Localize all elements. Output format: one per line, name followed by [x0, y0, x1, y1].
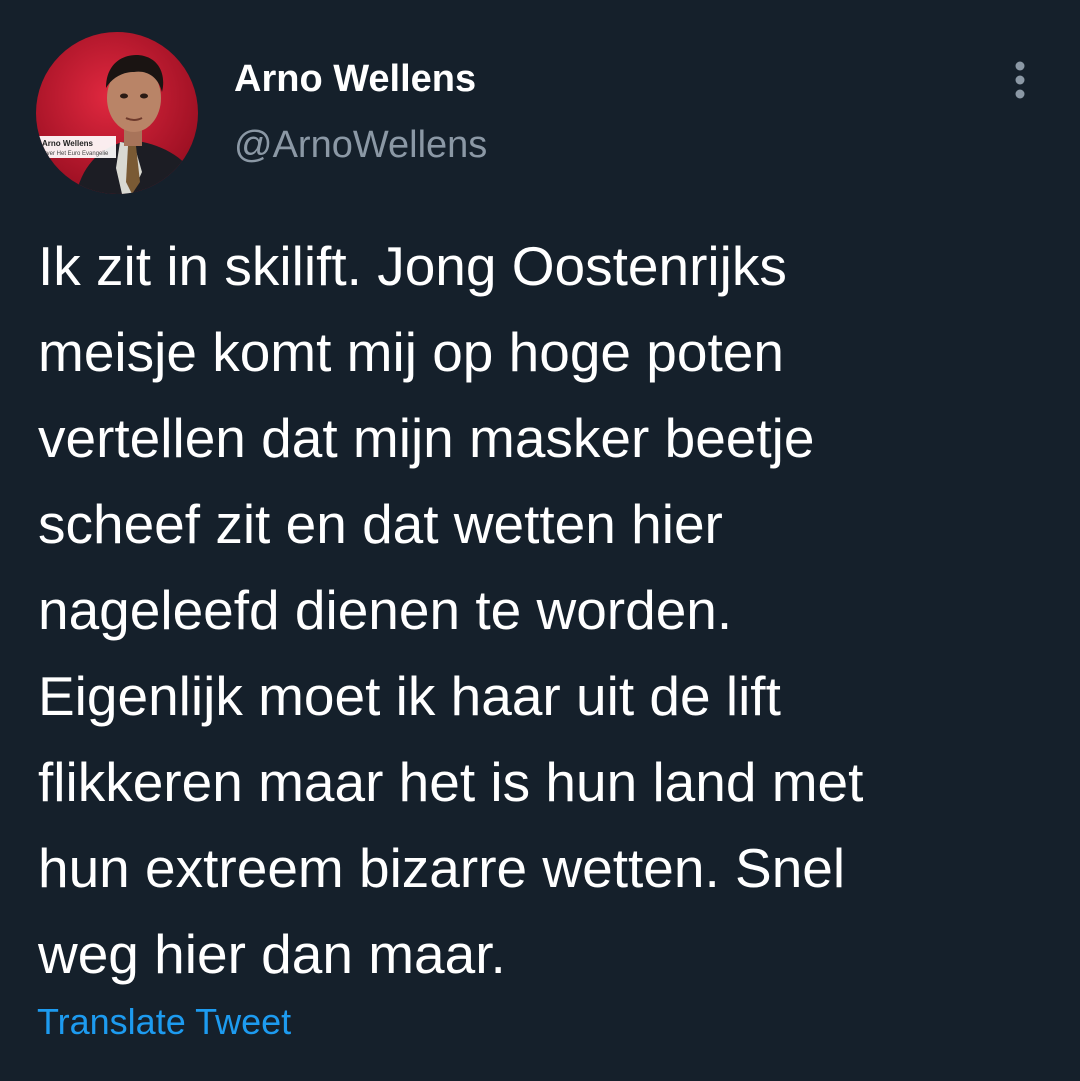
tweet-text-line: nageleefd dienen te worden.	[38, 579, 733, 641]
avatar-caption-name: Arno Wellens	[42, 139, 94, 148]
tweet-card: Arno Wellens Over Het Euro Evangelie Arn…	[0, 0, 1080, 1081]
tweet-text: Ik zit in skilift. Jong Oostenrijks meis…	[38, 223, 1058, 997]
tweet-text-line: meisje komt mij op hoge poten	[38, 321, 784, 383]
more-vertical-icon	[1015, 61, 1025, 99]
author-handle[interactable]: @ArnoWellens	[234, 124, 487, 167]
tweet-text-line: scheef zit en dat wetten hier	[38, 493, 723, 555]
tweet-text-line: hun extreem bizarre wetten. Snel	[38, 837, 846, 899]
more-options-button[interactable]	[996, 56, 1044, 104]
tweet-text-line: flikkeren maar het is hun land met	[38, 751, 864, 813]
author-display-name[interactable]: Arno Wellens	[234, 58, 476, 101]
tweet-text-line: weg hier dan maar.	[38, 923, 506, 985]
avatar-caption-sub: Over Het Euro Evangelie	[42, 151, 109, 157]
avatar-photo: Arno Wellens Over Het Euro Evangelie	[36, 32, 198, 194]
translate-tweet-link[interactable]: Translate Tweet	[37, 1001, 291, 1043]
tweet-text-line: Eigenlijk moet ik haar uit de lift	[38, 665, 781, 727]
avatar[interactable]: Arno Wellens Over Het Euro Evangelie	[36, 32, 198, 194]
tweet-text-line: vertellen dat mijn masker beetje	[38, 407, 815, 469]
tweet-text-line: Ik zit in skilift. Jong Oostenrijks	[38, 235, 787, 297]
